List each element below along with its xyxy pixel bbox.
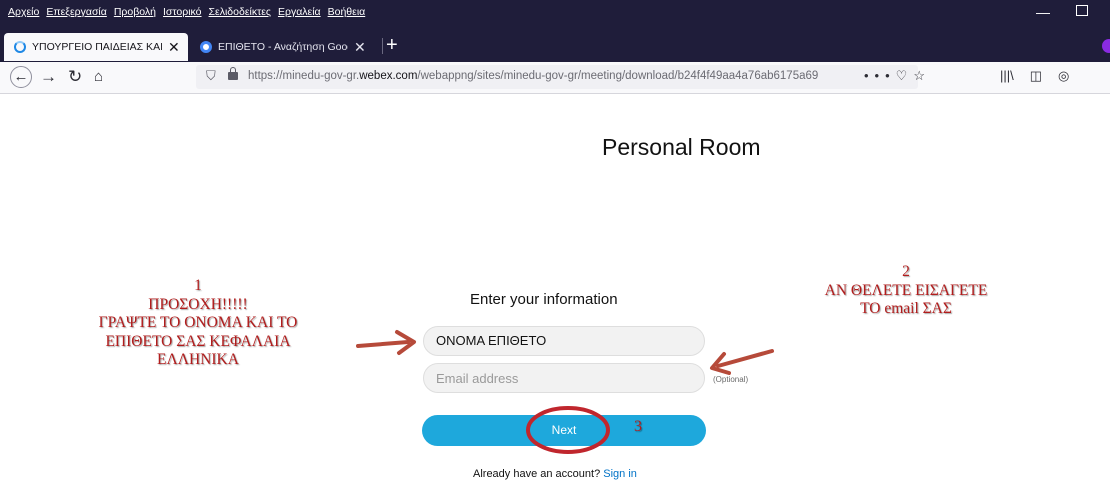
arrow-to-name-field — [356, 330, 416, 355]
arrow-to-email-field — [710, 349, 774, 375]
circle-around-next-button — [526, 406, 610, 454]
annotation-overlay — [356, 330, 774, 454]
